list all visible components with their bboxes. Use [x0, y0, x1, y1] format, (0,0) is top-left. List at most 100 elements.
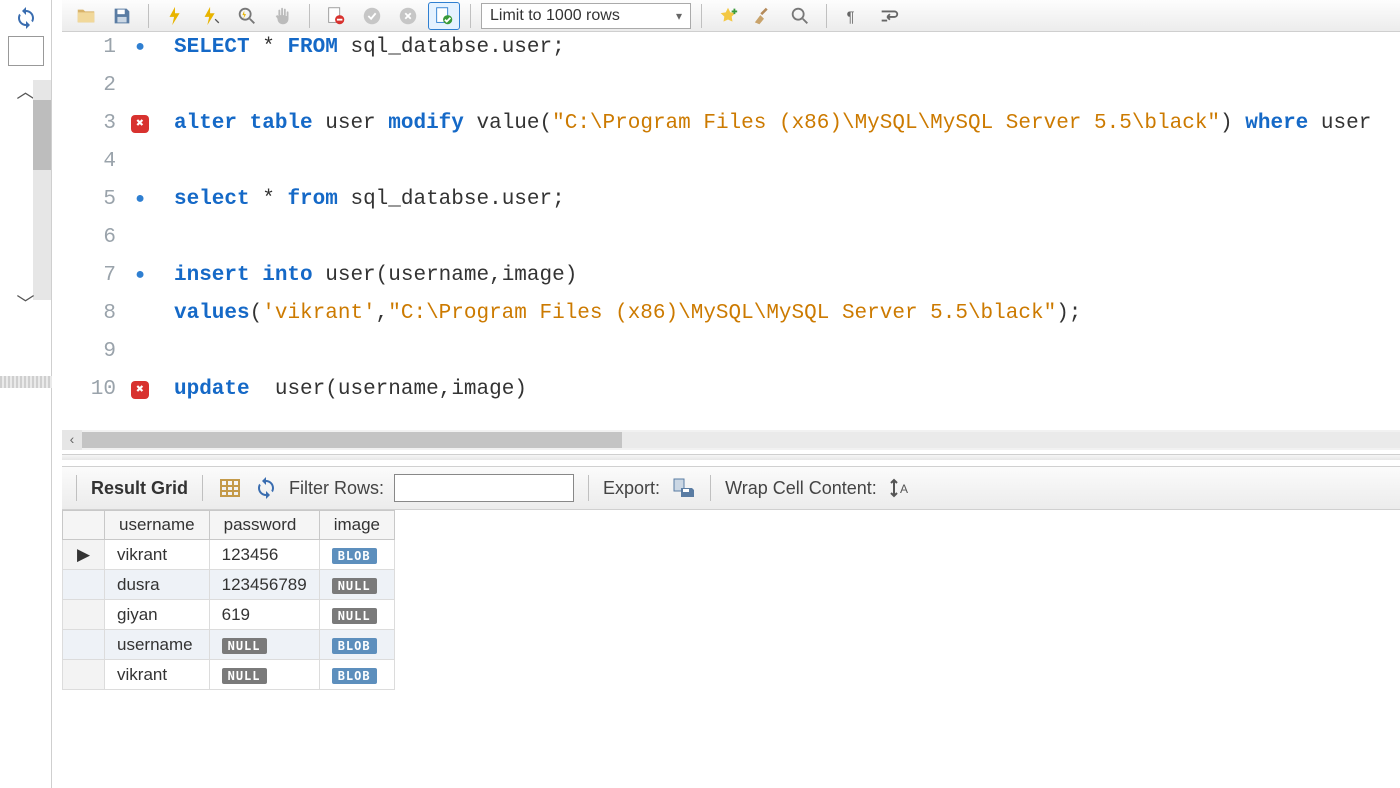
x-circle-icon — [397, 5, 419, 27]
table-cell[interactable]: username — [105, 630, 210, 660]
refresh-icon[interactable] — [14, 6, 38, 30]
line-number: 8 — [62, 302, 126, 325]
export-icon — [671, 476, 695, 500]
table-cell[interactable]: dusra — [105, 570, 210, 600]
grid-view-button[interactable] — [217, 475, 243, 501]
stop-button[interactable] — [267, 2, 299, 30]
table-cell[interactable]: NULL — [319, 600, 394, 630]
table-cell[interactable]: 123456789 — [209, 570, 319, 600]
table-cell[interactable]: BLOB — [319, 630, 394, 660]
row-selector[interactable] — [63, 570, 105, 600]
sql-editor[interactable]: 1●SELECT * FROM sql_databse.user;23✖alte… — [62, 36, 1400, 426]
scroll-left-arrow[interactable]: ‹ — [62, 430, 82, 450]
result-grid[interactable]: usernamepasswordimage▶vikrant123456BLOBd… — [62, 510, 1400, 690]
beautify-button[interactable] — [712, 2, 744, 30]
code-text[interactable]: select * from sql_databse.user; — [154, 188, 565, 211]
code-text[interactable]: SELECT * FROM sql_databse.user; — [154, 36, 565, 59]
scroll-track[interactable] — [82, 432, 1400, 448]
table-cell[interactable]: NULL — [209, 630, 319, 660]
show-whitespace-button[interactable]: ¶ — [837, 2, 869, 30]
text-height-icon: A — [888, 476, 912, 500]
svg-text:¶: ¶ — [847, 9, 855, 25]
code-text[interactable]: alter table user modify value("C:\Progra… — [154, 112, 1371, 135]
editor-line[interactable]: 2 — [62, 74, 1400, 112]
result-grid-label: Result Grid — [91, 478, 188, 499]
export-button[interactable] — [670, 475, 696, 501]
line-marker: ✖ — [126, 378, 154, 399]
editor-line[interactable]: 3✖alter table user modify value("C:\Prog… — [62, 112, 1400, 150]
pane-divider[interactable] — [62, 454, 1400, 460]
editor-line[interactable]: 8 values('vikrant',"C:\Program Files (x86… — [62, 302, 1400, 340]
rollback-button[interactable] — [392, 2, 424, 30]
check-circle-icon — [361, 5, 383, 27]
null-badge: NULL — [332, 608, 377, 624]
table-cell[interactable]: 123456 — [209, 540, 319, 570]
refresh-icon — [254, 476, 278, 500]
line-marker: ● — [126, 36, 154, 56]
table-cell[interactable]: BLOB — [319, 660, 394, 690]
pilcrow-icon: ¶ — [842, 5, 864, 27]
blob-badge: BLOB — [332, 638, 377, 654]
table-row[interactable]: vikrantNULLBLOB — [63, 660, 395, 690]
editor-line[interactable]: 1●SELECT * FROM sql_databse.user; — [62, 36, 1400, 74]
result-toolbar: Result Grid Filter Rows: Export: Wrap Ce… — [62, 466, 1400, 510]
editor-line[interactable]: 10✖update user(username,image) — [62, 378, 1400, 416]
navigator-scroll-thumb[interactable] — [33, 100, 51, 170]
open-file-button[interactable] — [70, 2, 102, 30]
autocommit-toggle[interactable] — [428, 2, 460, 30]
wrap-lines-button[interactable] — [873, 2, 905, 30]
table-cell[interactable]: vikrant — [105, 540, 210, 570]
table-cell[interactable]: 619 — [209, 600, 319, 630]
editor-line[interactable]: 6 — [62, 226, 1400, 264]
column-header[interactable]: password — [209, 511, 319, 540]
column-header[interactable]: username — [105, 511, 210, 540]
column-header[interactable]: image — [319, 511, 394, 540]
commit-button[interactable] — [356, 2, 388, 30]
table-cell[interactable]: vikrant — [105, 660, 210, 690]
dont-execute-button[interactable] — [320, 2, 352, 30]
chevron-down-icon: ▾ — [676, 9, 682, 23]
row-selector[interactable]: ▶ — [63, 540, 105, 570]
code-text[interactable]: insert into user(username,image) — [154, 264, 577, 287]
scroll-thumb[interactable] — [82, 432, 622, 448]
table-cell[interactable]: NULL — [319, 570, 394, 600]
star-plus-icon — [717, 5, 739, 27]
row-selector[interactable] — [63, 660, 105, 690]
null-badge: NULL — [332, 578, 377, 594]
table-cell[interactable]: NULL — [209, 660, 319, 690]
svg-text:A: A — [900, 482, 908, 496]
editor-line[interactable]: 5●select * from sql_databse.user; — [62, 188, 1400, 226]
row-selector[interactable] — [63, 600, 105, 630]
table-row[interactable]: dusra123456789 NULL — [63, 570, 395, 600]
limit-rows-dropdown[interactable]: Limit to 1000 rows ▾ — [481, 3, 691, 29]
table-row[interactable]: usernameNULL BLOB — [63, 630, 395, 660]
broom-button[interactable] — [748, 2, 780, 30]
editor-line[interactable]: 7●insert into user(username,image) — [62, 264, 1400, 302]
editor-line[interactable]: 9 — [62, 340, 1400, 378]
refresh-results-button[interactable] — [253, 475, 279, 501]
save-file-button[interactable] — [106, 2, 138, 30]
table-cell[interactable]: BLOB — [319, 540, 394, 570]
wrap-cell-button[interactable]: A — [887, 475, 913, 501]
line-number: 10 — [62, 378, 126, 401]
filter-rows-input[interactable] — [394, 474, 574, 502]
navigator-collapse-down[interactable]: ﹀ — [0, 284, 51, 322]
table-row[interactable]: giyan619 NULL — [63, 600, 395, 630]
table-cell[interactable]: giyan — [105, 600, 210, 630]
line-marker: ● — [126, 188, 154, 208]
navigator-drag-grip[interactable] — [0, 376, 52, 388]
find-button[interactable] — [784, 2, 816, 30]
row-selector[interactable] — [63, 630, 105, 660]
navigator-mini-panel[interactable] — [8, 36, 44, 66]
line-number: 5 — [62, 188, 126, 211]
table-row[interactable]: ▶vikrant123456BLOB — [63, 540, 395, 570]
editor-horizontal-scrollbar[interactable]: ‹ — [62, 430, 1400, 450]
execute-button[interactable] — [159, 2, 191, 30]
explain-button[interactable] — [231, 2, 263, 30]
code-text[interactable]: values('vikrant',"C:\Program Files (x86)… — [154, 302, 1081, 325]
line-number: 1 — [62, 36, 126, 59]
code-text[interactable]: update user(username,image) — [154, 378, 527, 401]
page-stop-icon — [325, 5, 347, 27]
editor-line[interactable]: 4 — [62, 150, 1400, 188]
execute-current-button[interactable] — [195, 2, 227, 30]
